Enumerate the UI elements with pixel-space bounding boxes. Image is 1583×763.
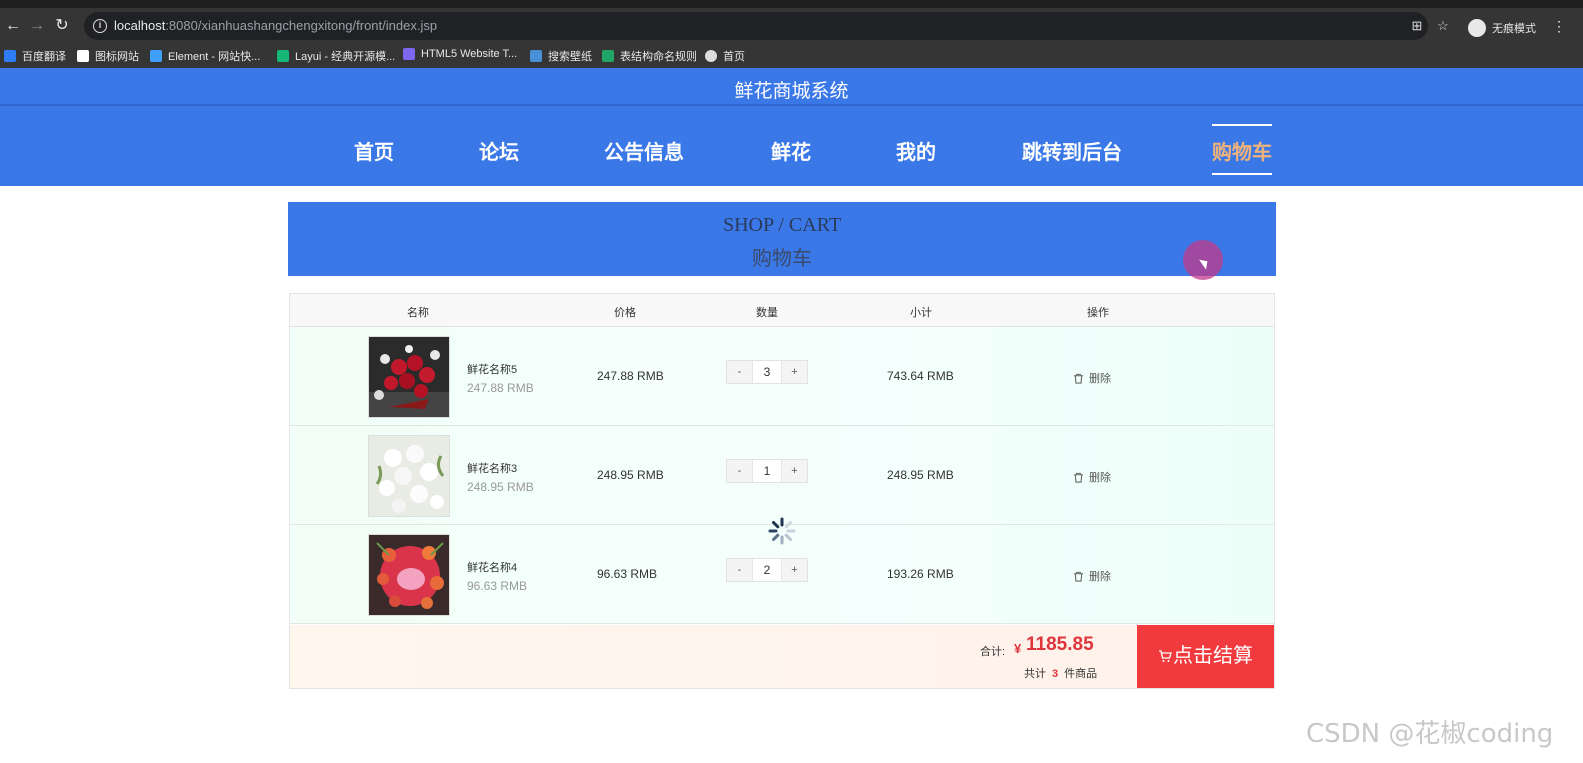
bookmark-item[interactable]: Element - 网站快...: [150, 48, 260, 64]
cart-icon: [1159, 650, 1172, 662]
bookmark-item[interactable]: 搜索壁纸: [530, 48, 592, 64]
element-bookmark-icon: [150, 50, 162, 62]
bookmark-item[interactable]: 表结构命名规则: [602, 48, 697, 64]
item-count: 共计 3 件商品: [1024, 668, 1098, 680]
product-unit-price: 96.63 RMB: [467, 579, 528, 593]
item-price: 247.88 RMB: [597, 369, 664, 383]
item-price: 248.95 RMB: [597, 468, 664, 482]
flag-bookmark-icon: [77, 50, 89, 62]
wallpaper-bookmark-icon: [530, 50, 542, 62]
browser-toolbar: ← → ↻ i localhost:8080/xianhuashangcheng…: [0, 8, 1583, 44]
header-name: 名称: [407, 307, 429, 319]
nav-mine[interactable]: 我的: [896, 136, 936, 165]
bookmarks-bar: 百度翻译 图标网站 Element - 网站快... Layui - 经典开源模…: [0, 44, 1583, 68]
site-title: 鲜花商城系统: [734, 81, 849, 102]
bookmark-item[interactable]: 首页: [705, 48, 745, 64]
banner-chinese-title: 购物车: [752, 248, 812, 270]
qty-plus-button[interactable]: +: [782, 361, 807, 383]
forward-icon[interactable]: →: [28, 17, 46, 35]
qty-plus-button[interactable]: +: [782, 460, 807, 482]
trash-icon: [1073, 373, 1084, 384]
header-price: 价格: [614, 307, 636, 319]
qty-input[interactable]: 1: [752, 460, 782, 482]
url-text[interactable]: localhost:8080/xianhuashangchengxitong/f…: [114, 18, 437, 33]
item-subtotal: 248.95 RMB: [887, 468, 954, 482]
product-unit-price: 248.95 RMB: [467, 480, 534, 494]
product-name[interactable]: 鲜花名称4: [467, 559, 517, 575]
total-amount: 1185.85: [1026, 634, 1094, 655]
browser-menu-icon[interactable]: ⋮: [1552, 19, 1566, 33]
nav-flowers[interactable]: 鲜花: [771, 136, 811, 165]
product-image[interactable]: [368, 336, 450, 418]
product-image[interactable]: [368, 534, 450, 616]
header-subtotal: 小计: [910, 307, 932, 319]
site-header: 鲜花商城系统: [0, 68, 1583, 104]
product-unit-price: 247.88 RMB: [467, 381, 534, 395]
qty-minus-button[interactable]: -: [727, 361, 752, 383]
cart-table-header: 名称 价格 数量 小计 操作: [290, 294, 1274, 327]
banner-english-title: SHOP / CART: [722, 214, 842, 236]
qty-minus-button[interactable]: -: [727, 460, 752, 482]
bookmark-star-icon[interactable]: ☆: [1435, 18, 1451, 34]
checkout-button[interactable]: 点击结算: [1137, 625, 1274, 688]
cart-summary: 合计: ¥ 1185.85 共计 3 件商品 点击结算: [290, 625, 1274, 688]
reload-icon[interactable]: ↻: [53, 17, 71, 35]
layui-bookmark-icon: [277, 50, 289, 62]
bookmark-item[interactable]: HTML5 Website T...: [403, 48, 517, 60]
item-subtotal: 193.26 RMB: [887, 567, 954, 581]
nav-admin[interactable]: 跳转到后台: [1022, 136, 1122, 165]
back-icon[interactable]: ←: [4, 17, 22, 35]
bookmark-item[interactable]: 百度翻译: [4, 48, 66, 64]
cart-row: 鲜花名称3 248.95 RMB 248.95 RMB - 1 + 248.95…: [290, 426, 1274, 525]
nav-announcements[interactable]: 公告信息: [604, 136, 684, 165]
qty-input[interactable]: 2: [752, 559, 782, 581]
header-action: 操作: [1087, 307, 1109, 319]
total-label: 合计:: [980, 646, 1006, 658]
header-quantity: 数量: [756, 307, 778, 319]
nav-home[interactable]: 首页: [354, 136, 394, 165]
incognito-indicator[interactable]: 无痕模式: [1468, 19, 1536, 37]
cart-row: 鲜花名称5 247.88 RMB 247.88 RMB - 3 + 743.64…: [290, 327, 1274, 426]
loading-spinner-icon: [768, 517, 796, 545]
qty-input[interactable]: 3: [752, 361, 782, 383]
cart-table: 名称 价格 数量 小计 操作 鲜花名称5 247.88 RMB 247.88 R…: [289, 293, 1275, 689]
product-name[interactable]: 鲜花名称5: [467, 361, 517, 377]
quantity-stepper: - 3 +: [726, 360, 808, 384]
trash-icon: [1073, 571, 1084, 582]
page-banner: SHOP / CART 购物车: [288, 202, 1276, 276]
translate-bookmark-icon: [4, 50, 16, 62]
delete-button[interactable]: 删除: [1073, 370, 1111, 386]
bookmark-item[interactable]: Layui - 经典开源模...: [277, 48, 395, 64]
quantity-stepper: - 2 +: [726, 558, 808, 582]
html5-bookmark-icon: [403, 48, 415, 60]
product-name[interactable]: 鲜花名称3: [467, 460, 517, 476]
site-info-icon[interactable]: i: [93, 19, 107, 33]
currency-symbol: ¥: [1014, 641, 1022, 656]
item-price: 96.63 RMB: [597, 567, 658, 581]
qty-plus-button[interactable]: +: [782, 559, 807, 581]
bookmark-item[interactable]: 图标网站: [77, 48, 139, 64]
translate-icon[interactable]: ⊞: [1409, 18, 1425, 34]
nav-cart[interactable]: 购物车: [1212, 124, 1272, 175]
quantity-stepper: - 1 +: [726, 459, 808, 483]
product-image[interactable]: [368, 435, 450, 517]
incognito-icon: [1468, 19, 1486, 37]
incognito-label: 无痕模式: [1492, 23, 1536, 35]
watermark: CSDN @花椒coding: [1306, 719, 1554, 749]
qty-minus-button[interactable]: -: [727, 559, 752, 581]
main-nav: 首页 论坛 公告信息 鲜花 我的 跳转到后台 购物车: [0, 104, 1583, 186]
globe-bookmark-icon: [705, 50, 717, 62]
sheet-bookmark-icon: [602, 50, 614, 62]
delete-button[interactable]: 删除: [1073, 469, 1111, 485]
delete-button[interactable]: 删除: [1073, 568, 1111, 584]
item-subtotal: 743.64 RMB: [887, 369, 954, 383]
browser-tab-strip[interactable]: [0, 0, 1583, 8]
nav-forum[interactable]: 论坛: [479, 136, 519, 165]
address-bar[interactable]: i localhost:8080/xianhuashangchengxitong…: [84, 12, 1449, 40]
trash-icon: [1073, 472, 1084, 483]
